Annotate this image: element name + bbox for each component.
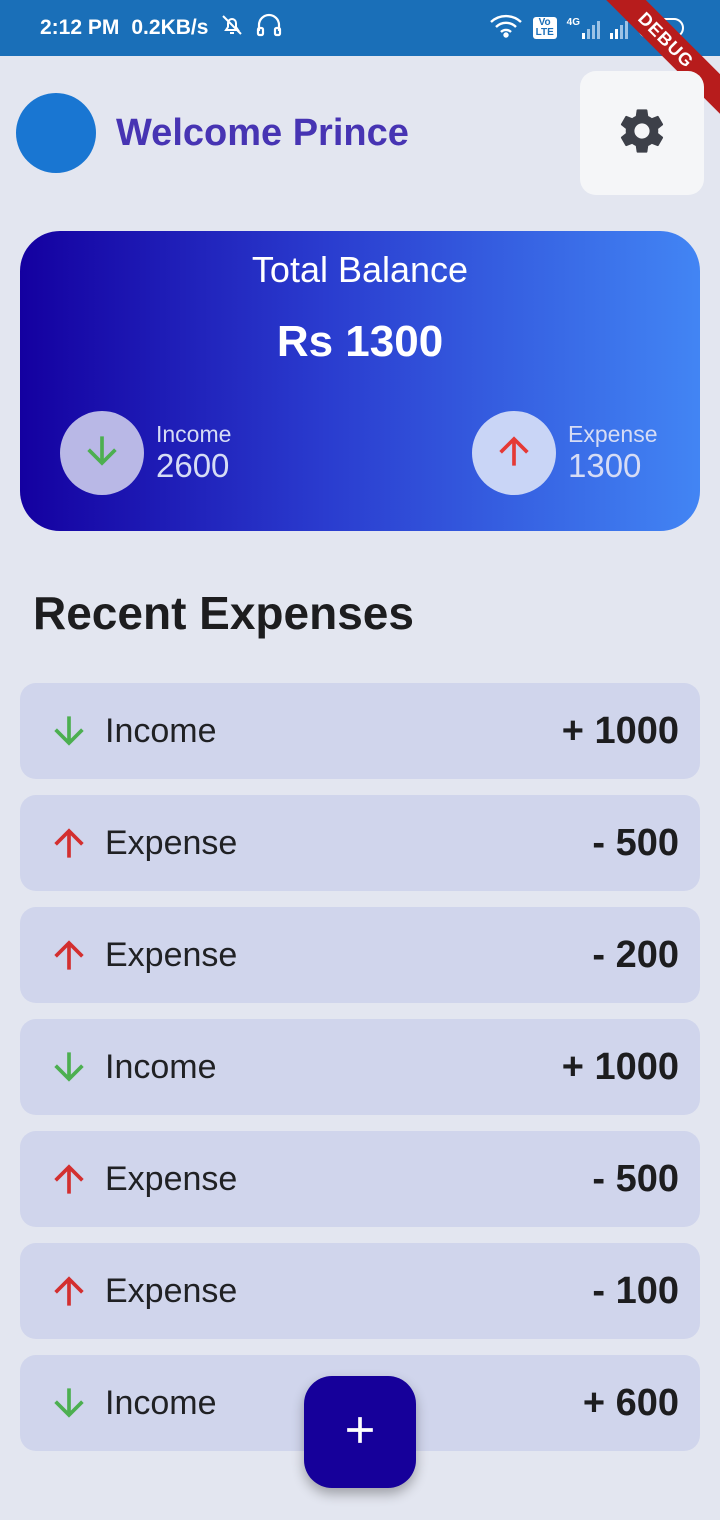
transaction-label: Expense bbox=[105, 935, 238, 974]
expense-value: 1300 bbox=[568, 447, 642, 485]
arrow-down-icon bbox=[47, 709, 91, 753]
avatar[interactable] bbox=[16, 93, 96, 173]
arrow-up-icon bbox=[47, 821, 91, 865]
balance-card: Total Balance Rs 1300 Income 2600 Expens… bbox=[20, 231, 700, 531]
transaction-label: Income bbox=[105, 1383, 217, 1422]
status-speed: 0.2KB/s bbox=[131, 16, 209, 39]
balance-amount: Rs 1300 bbox=[276, 317, 444, 366]
list-item[interactable]: Expense - 500 bbox=[20, 1131, 700, 1227]
welcome-title: Welcome Prince bbox=[116, 111, 409, 154]
signal-icon-1: 4G bbox=[567, 17, 600, 39]
income-label: Income bbox=[156, 420, 232, 447]
expense-summary: Expense 1300 bbox=[472, 411, 658, 495]
list-item[interactable]: Expense - 500 bbox=[20, 795, 700, 891]
transaction-amount: - 500 bbox=[592, 821, 679, 864]
arrow-up-icon bbox=[47, 1157, 91, 1201]
arrow-up-icon bbox=[47, 1269, 91, 1313]
transaction-list: Income + 1000 Expense - 500 Expense - 20… bbox=[20, 683, 700, 1467]
bell-off-icon bbox=[220, 13, 244, 43]
transaction-amount: + 1000 bbox=[561, 709, 679, 752]
transaction-label: Expense bbox=[105, 1271, 238, 1310]
transaction-amount: - 500 bbox=[592, 1157, 679, 1200]
signal-icon-2 bbox=[610, 17, 628, 39]
transaction-amount: + 1000 bbox=[561, 1045, 679, 1088]
income-value: 2600 bbox=[156, 447, 230, 485]
transaction-amount: - 100 bbox=[592, 1269, 679, 1312]
list-item[interactable]: Income + 1000 bbox=[20, 1019, 700, 1115]
headphones-icon bbox=[256, 13, 282, 43]
settings-button[interactable] bbox=[580, 71, 704, 195]
balance-title: Total Balance bbox=[251, 249, 469, 290]
income-circle bbox=[60, 411, 144, 495]
income-summary: Income 2600 bbox=[60, 411, 231, 495]
expense-circle bbox=[472, 411, 556, 495]
plus-icon bbox=[338, 1408, 382, 1457]
arrow-up-icon bbox=[492, 429, 536, 478]
arrow-up-icon bbox=[47, 933, 91, 977]
arrow-down-icon bbox=[47, 1045, 91, 1089]
transaction-label: Expense bbox=[105, 823, 238, 862]
transaction-label: Income bbox=[105, 711, 217, 750]
add-transaction-button[interactable] bbox=[304, 1376, 416, 1488]
status-left: 2:12 PM 0.2KB/s bbox=[40, 0, 282, 56]
arrow-down-icon bbox=[47, 1381, 91, 1425]
volte-icon: Vo LTE bbox=[532, 17, 557, 39]
network-label: 4G bbox=[566, 17, 580, 28]
list-item[interactable]: Income + 1000 bbox=[20, 683, 700, 779]
wifi-icon bbox=[489, 14, 523, 43]
status-bar: 2:12 PM 0.2KB/s Vo LTE 4G 63 bbox=[0, 0, 720, 56]
transaction-label: Expense bbox=[105, 1159, 238, 1198]
recent-heading: Recent Expenses bbox=[33, 587, 414, 639]
list-item[interactable]: Expense - 200 bbox=[20, 907, 700, 1003]
gear-icon bbox=[616, 105, 668, 162]
transaction-amount: - 200 bbox=[592, 933, 679, 976]
transaction-label: Income bbox=[105, 1047, 217, 1086]
arrow-down-icon bbox=[80, 429, 124, 478]
list-item[interactable]: Expense - 100 bbox=[20, 1243, 700, 1339]
transaction-amount: + 600 bbox=[582, 1381, 679, 1424]
expense-label: Expense bbox=[568, 420, 658, 447]
status-time: 2:12 PM bbox=[40, 16, 120, 39]
